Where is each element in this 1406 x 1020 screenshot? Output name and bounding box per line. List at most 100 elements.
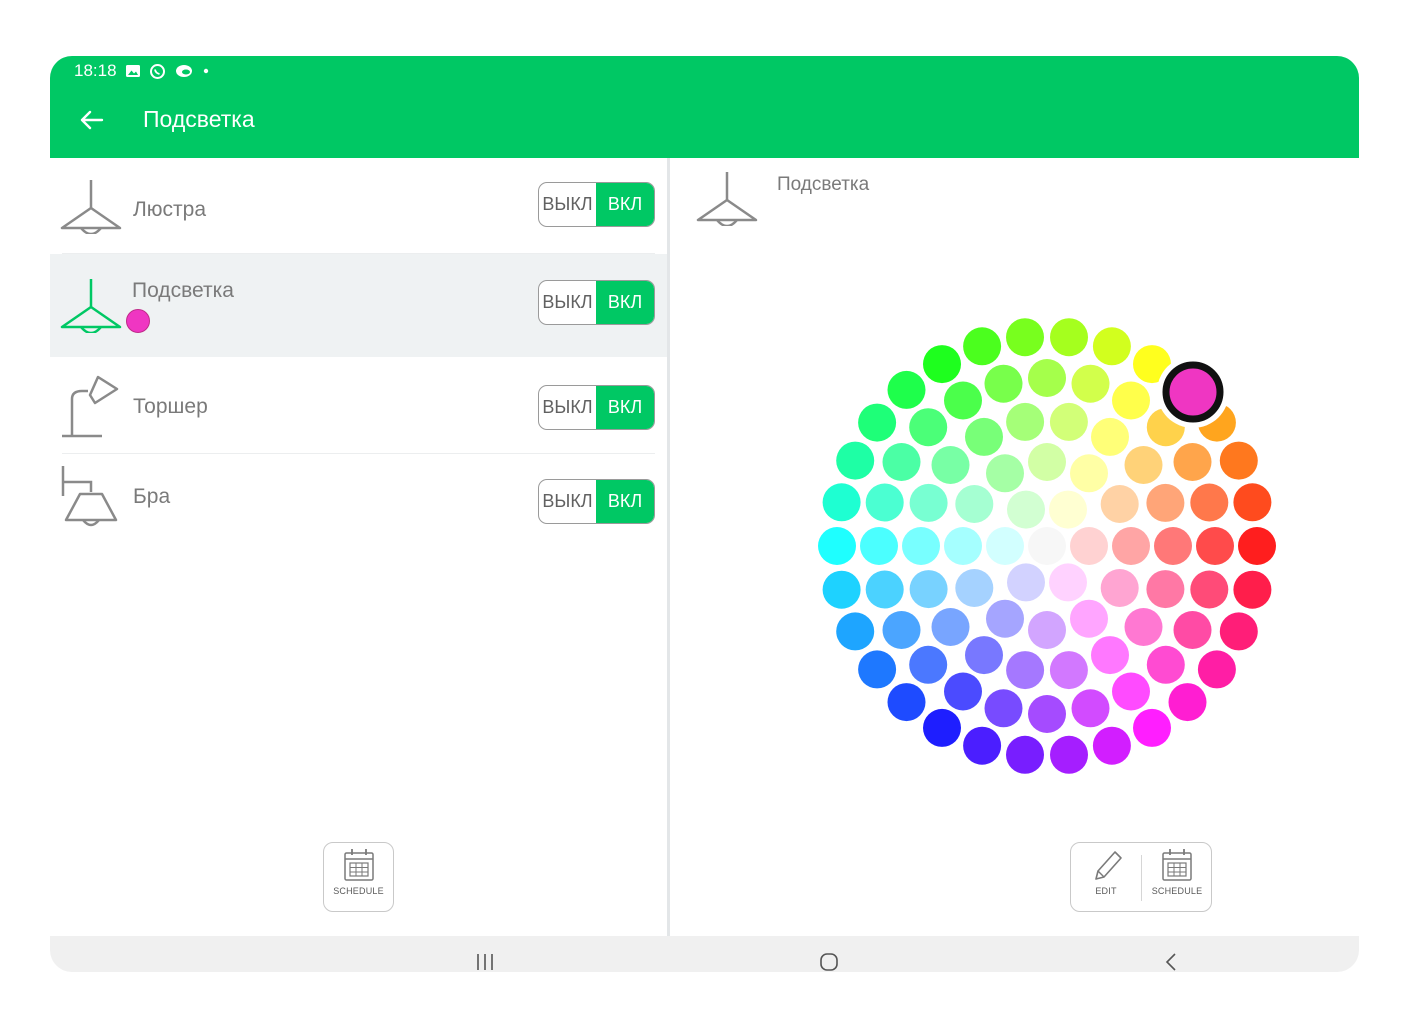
color-swatch[interactable] bbox=[986, 454, 1024, 493]
color-swatch[interactable] bbox=[1100, 485, 1139, 523]
color-swatch[interactable] bbox=[1071, 364, 1110, 403]
color-swatch[interactable] bbox=[1071, 689, 1110, 728]
color-swatch[interactable] bbox=[1007, 490, 1045, 529]
device-row-bra[interactable]: Бра ВЫКЛ ВКЛ bbox=[50, 454, 667, 544]
color-swatch[interactable] bbox=[1173, 443, 1212, 481]
color-swatch[interactable] bbox=[818, 527, 856, 565]
color-swatch[interactable] bbox=[860, 527, 898, 565]
color-swatch[interactable] bbox=[1092, 327, 1131, 366]
device-row-podsvetka[interactable]: Подсветка ВЫКЛ ВКЛ bbox=[50, 254, 667, 357]
color-swatch[interactable] bbox=[944, 381, 982, 420]
color-swatch[interactable] bbox=[1070, 527, 1108, 565]
color-swatch[interactable] bbox=[1146, 570, 1185, 609]
color-swatch[interactable] bbox=[909, 483, 948, 522]
color-swatch[interactable] bbox=[1049, 651, 1088, 690]
color-swatch[interactable] bbox=[1168, 683, 1207, 722]
color-swatch[interactable] bbox=[1219, 441, 1258, 480]
color-swatch[interactable] bbox=[1049, 563, 1087, 602]
color-swatch[interactable] bbox=[923, 708, 961, 747]
color-swatch[interactable] bbox=[965, 417, 1003, 456]
color-swatch[interactable] bbox=[923, 345, 961, 384]
color-swatch[interactable] bbox=[1091, 417, 1129, 456]
color-swatch[interactable] bbox=[1028, 443, 1066, 481]
color-swatch[interactable] bbox=[963, 327, 1002, 366]
recent-apps-button[interactable] bbox=[460, 936, 510, 972]
color-swatch[interactable] bbox=[887, 370, 926, 409]
color-swatch[interactable] bbox=[1070, 454, 1108, 493]
color-swatch[interactable] bbox=[882, 611, 921, 649]
color-swatch[interactable] bbox=[1028, 695, 1066, 733]
color-swatch[interactable] bbox=[1049, 402, 1088, 441]
color-swatch[interactable] bbox=[887, 683, 926, 722]
color-swatch[interactable] bbox=[1238, 527, 1276, 565]
color-swatch[interactable] bbox=[1112, 672, 1150, 711]
color-swatch[interactable] bbox=[1028, 527, 1066, 565]
color-swatch[interactable] bbox=[1091, 636, 1129, 675]
color-swatch[interactable] bbox=[1219, 612, 1258, 651]
color-swatch[interactable] bbox=[1146, 483, 1185, 522]
device-row-torsher[interactable]: Торшер ВЫКЛ ВКЛ bbox=[50, 357, 667, 454]
color-swatch[interactable] bbox=[931, 446, 970, 484]
color-swatch[interactable] bbox=[836, 612, 875, 651]
nav-back-button[interactable] bbox=[1147, 936, 1197, 972]
color-swatch[interactable] bbox=[1049, 490, 1087, 529]
color-swatch[interactable] bbox=[858, 650, 897, 689]
color-swatch[interactable] bbox=[1028, 359, 1066, 397]
color-swatch[interactable] bbox=[984, 364, 1023, 403]
color-swatch[interactable] bbox=[965, 636, 1003, 675]
color-swatch[interactable] bbox=[822, 483, 861, 522]
color-swatch[interactable] bbox=[1233, 483, 1272, 522]
color-swatch[interactable] bbox=[1173, 611, 1212, 649]
color-swatch[interactable] bbox=[984, 689, 1023, 728]
device-row-lustra[interactable]: Люстра ВЫКЛ ВКЛ bbox=[50, 158, 667, 254]
selected-color-marker[interactable] bbox=[1162, 361, 1224, 423]
schedule-button[interactable]: SCHEDULE bbox=[1142, 843, 1212, 911]
color-swatch[interactable] bbox=[1190, 570, 1229, 609]
color-swatch[interactable] bbox=[1196, 527, 1234, 565]
edit-button[interactable]: EDIT bbox=[1071, 843, 1141, 911]
power-switch[interactable]: ВЫКЛ ВКЛ bbox=[538, 280, 655, 325]
color-swatch[interactable] bbox=[909, 408, 948, 447]
color-swatch[interactable] bbox=[1006, 318, 1044, 357]
color-swatch[interactable] bbox=[944, 672, 982, 711]
color-swatch[interactable] bbox=[865, 570, 904, 609]
power-switch[interactable]: ВЫКЛ ВКЛ bbox=[538, 479, 655, 524]
color-swatch[interactable] bbox=[1007, 563, 1045, 602]
color-swatch[interactable] bbox=[909, 645, 948, 684]
color-swatch[interactable] bbox=[1100, 569, 1139, 607]
color-swatch[interactable] bbox=[986, 527, 1024, 565]
color-swatch[interactable] bbox=[955, 569, 994, 607]
home-button[interactable] bbox=[804, 936, 854, 972]
color-swatch[interactable] bbox=[858, 403, 897, 442]
color-swatch[interactable] bbox=[836, 441, 875, 480]
color-swatch[interactable] bbox=[882, 443, 921, 481]
color-swatch[interactable] bbox=[865, 483, 904, 522]
color-swatch[interactable] bbox=[955, 485, 994, 523]
color-swatch[interactable] bbox=[1154, 527, 1192, 565]
color-swatch[interactable] bbox=[944, 527, 982, 565]
color-swatch[interactable] bbox=[963, 726, 1002, 765]
color-swatch[interactable] bbox=[1006, 735, 1044, 774]
color-swatch[interactable] bbox=[1050, 735, 1088, 774]
color-swatch[interactable] bbox=[1133, 708, 1171, 747]
schedule-button[interactable]: SCHEDULE bbox=[324, 843, 393, 911]
color-swatch[interactable] bbox=[1124, 446, 1163, 484]
color-swatch[interactable] bbox=[1112, 527, 1150, 565]
color-wheel[interactable] bbox=[670, 158, 1359, 838]
color-swatch[interactable] bbox=[1233, 570, 1272, 609]
color-swatch[interactable] bbox=[986, 599, 1024, 638]
color-swatch[interactable] bbox=[1050, 318, 1088, 357]
back-button[interactable] bbox=[76, 104, 108, 136]
color-swatch[interactable] bbox=[1112, 381, 1150, 420]
color-swatch[interactable] bbox=[902, 527, 940, 565]
power-switch[interactable]: ВЫКЛ ВКЛ bbox=[538, 385, 655, 430]
color-swatch[interactable] bbox=[1146, 645, 1185, 684]
color-swatch[interactable] bbox=[931, 608, 970, 646]
power-switch[interactable]: ВЫКЛ ВКЛ bbox=[538, 182, 655, 227]
color-swatch[interactable] bbox=[1070, 599, 1108, 638]
color-swatch[interactable] bbox=[1028, 611, 1066, 649]
color-swatch[interactable] bbox=[1190, 483, 1229, 522]
color-swatch[interactable] bbox=[1197, 650, 1236, 689]
color-swatch[interactable] bbox=[909, 570, 948, 609]
color-swatch[interactable] bbox=[822, 570, 861, 609]
